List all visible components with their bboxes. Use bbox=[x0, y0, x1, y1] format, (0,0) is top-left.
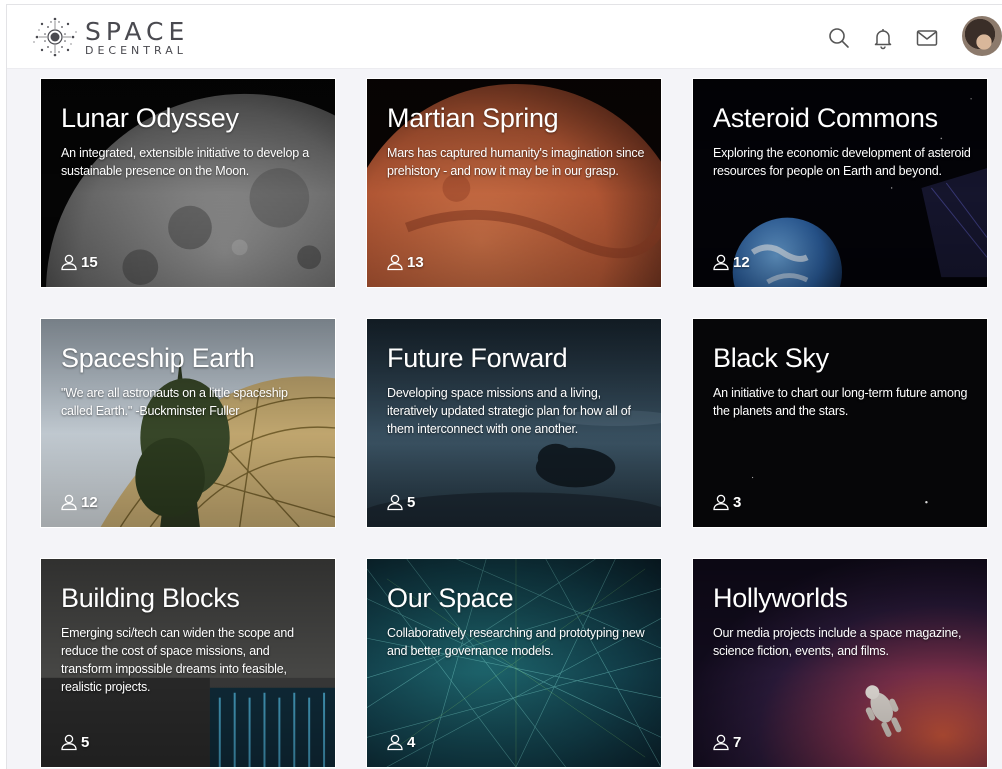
card-description: An integrated, extensible initiative to … bbox=[61, 146, 310, 178]
search-icon[interactable] bbox=[827, 26, 851, 50]
member-count: 4 bbox=[386, 733, 415, 751]
card-title: Martian Spring bbox=[387, 103, 559, 133]
card-description: Collaboratively researching and prototyp… bbox=[387, 626, 645, 658]
logo[interactable]: SPACE DECENTRAL bbox=[31, 15, 189, 59]
logo-star-icon bbox=[33, 17, 77, 57]
person-icon bbox=[713, 254, 729, 271]
card-title: Future Forward bbox=[387, 343, 568, 373]
card-description: Exploring the economic development of as… bbox=[713, 146, 971, 178]
project-card[interactable]: Martian Spring Mars has captured humanit… bbox=[366, 78, 662, 288]
card-description: An initiative to chart our long-term fut… bbox=[713, 386, 968, 418]
member-count: 7 bbox=[712, 733, 741, 751]
logo-subtitle: DECENTRAL bbox=[85, 43, 187, 57]
member-count-value: 12 bbox=[733, 253, 750, 271]
project-card[interactable]: Lunar Odyssey An integrated, extensible … bbox=[40, 78, 336, 288]
card-title: Our Space bbox=[387, 583, 514, 613]
card-title: Black Sky bbox=[713, 343, 829, 373]
member-count-value: 3 bbox=[733, 493, 742, 511]
member-count: 5 bbox=[60, 733, 89, 751]
card-title: Asteroid Commons bbox=[713, 103, 938, 133]
person-icon bbox=[61, 734, 77, 751]
card-title: Building Blocks bbox=[61, 583, 240, 613]
person-icon bbox=[713, 494, 729, 511]
project-card[interactable]: Our Space Collaboratively researching an… bbox=[366, 558, 662, 768]
user-avatar[interactable] bbox=[962, 16, 1002, 56]
card-description: Mars has captured humanity's imagination… bbox=[387, 146, 645, 178]
person-icon bbox=[387, 494, 403, 511]
member-count-value: 12 bbox=[81, 493, 98, 511]
card-description: Developing space missions and a living, … bbox=[387, 386, 631, 436]
top-bar: SPACE DECENTRAL bbox=[7, 5, 1002, 69]
member-count-value: 15 bbox=[81, 253, 98, 271]
project-card[interactable]: Hollyworlds Our media projects include a… bbox=[692, 558, 988, 768]
member-count-value: 7 bbox=[733, 733, 742, 751]
person-icon bbox=[387, 734, 403, 751]
card-description: Emerging sci/tech can widen the scope an… bbox=[61, 626, 294, 694]
person-icon bbox=[713, 734, 729, 751]
project-card[interactable]: Spaceship Earth "We are all astronauts o… bbox=[40, 318, 336, 528]
member-count: 13 bbox=[386, 253, 424, 271]
card-description: "We are all astronauts on a little space… bbox=[61, 386, 288, 418]
member-count: 12 bbox=[60, 493, 98, 511]
card-title: Spaceship Earth bbox=[61, 343, 255, 373]
project-card[interactable]: Asteroid Commons Exploring the economic … bbox=[692, 78, 988, 288]
member-count-value: 5 bbox=[407, 493, 416, 511]
project-card[interactable]: Building Blocks Emerging sci/tech can wi… bbox=[40, 558, 336, 768]
person-icon bbox=[61, 254, 77, 271]
member-count-value: 4 bbox=[407, 733, 416, 751]
bell-icon[interactable] bbox=[871, 26, 895, 50]
member-count-value: 5 bbox=[81, 733, 90, 751]
member-count: 15 bbox=[60, 253, 98, 271]
person-icon bbox=[387, 254, 403, 271]
member-count: 3 bbox=[712, 493, 741, 511]
person-icon bbox=[61, 494, 77, 511]
mail-icon[interactable] bbox=[915, 26, 939, 50]
member-count: 5 bbox=[386, 493, 415, 511]
project-card[interactable]: Future Forward Developing space missions… bbox=[366, 318, 662, 528]
card-title: Lunar Odyssey bbox=[61, 103, 239, 133]
project-card[interactable]: Black Sky An initiative to chart our lon… bbox=[692, 318, 988, 528]
member-count-value: 13 bbox=[407, 253, 424, 271]
app-frame: SPACE DECENTRAL Lunar Odyssey An integra… bbox=[6, 4, 1002, 769]
card-title: Hollyworlds bbox=[713, 583, 848, 613]
logo-title: SPACE bbox=[85, 16, 190, 46]
card-description: Our media projects include a space magaz… bbox=[713, 626, 962, 658]
member-count: 12 bbox=[712, 253, 750, 271]
